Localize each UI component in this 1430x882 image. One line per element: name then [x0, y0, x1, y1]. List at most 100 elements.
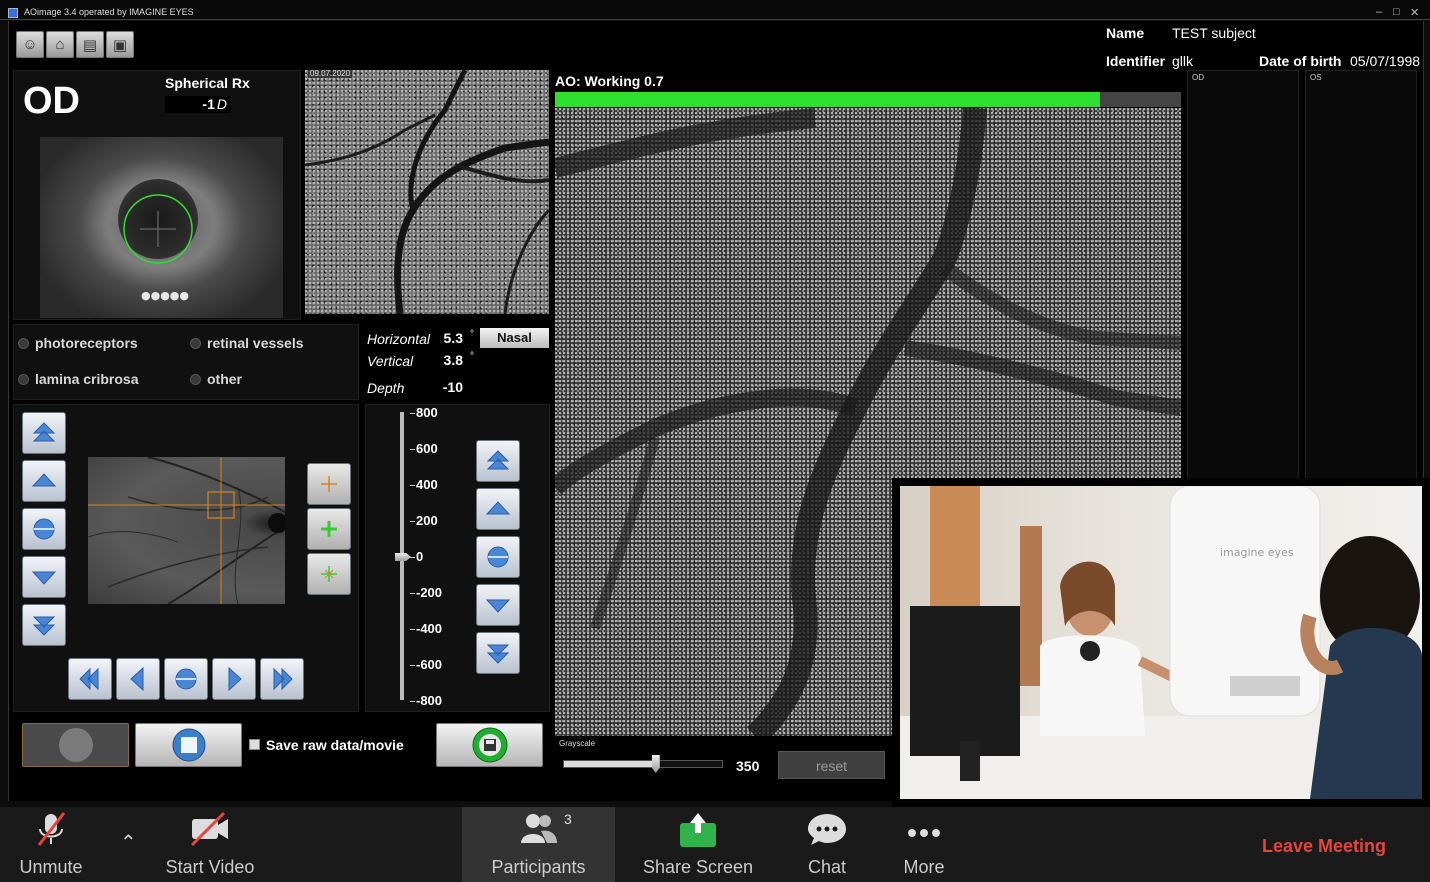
depth-tick-label: 400 — [416, 477, 438, 492]
video-overlay[interactable]: imagine eyes — [892, 478, 1430, 807]
monitor-icon[interactable]: ▣ — [106, 31, 134, 58]
start-video-button[interactable]: Start Video — [160, 807, 260, 882]
depth-tick-mark — [410, 701, 415, 702]
depth-value: -10 — [433, 379, 469, 397]
reset-button[interactable]: reset — [778, 751, 885, 779]
depth-tick-label: -600 — [416, 657, 443, 672]
depth-tick-mark — [410, 413, 415, 414]
depth-up-button[interactable] — [476, 488, 520, 530]
participants-count: 3 — [564, 811, 572, 827]
center-button[interactable] — [22, 508, 66, 550]
patient-icon[interactable]: ☺ — [16, 31, 44, 58]
depth-tick-mark — [410, 449, 415, 450]
center-circle-icon — [33, 518, 55, 540]
ao-progress-bar — [555, 92, 1181, 107]
depth-tick-label: -200 — [416, 585, 443, 600]
svg-text:●●●●●: ●●●●● — [141, 289, 189, 302]
maximize-icon[interactable]: □ — [1393, 6, 1400, 18]
nasal-button[interactable]: Nasal — [480, 328, 549, 348]
mode-label: retinal vessels — [207, 335, 304, 351]
add-point-button[interactable] — [307, 508, 351, 550]
left-button[interactable] — [116, 658, 160, 700]
vertical-value: 3.8 — [433, 352, 469, 370]
fast-left-button[interactable] — [68, 658, 112, 700]
right-button[interactable] — [212, 658, 256, 700]
pupil-camera-view[interactable]: ●●●●● — [40, 137, 283, 318]
share-screen-button[interactable]: Share Screen — [640, 807, 756, 882]
home-icon[interactable]: ⌂ — [46, 31, 74, 58]
depth-fast-up-button[interactable] — [476, 440, 520, 482]
save-raw-label: Save raw data/movie — [266, 737, 404, 753]
depth-label: Depth — [367, 380, 405, 396]
fundus-date: 09.07.2020 — [308, 69, 353, 78]
vertical-unit: ° — [470, 351, 474, 362]
pupil-reticle: ●●●●● — [123, 194, 193, 302]
add-target-button[interactable] — [307, 463, 351, 505]
close-icon[interactable]: ✕ — [1410, 6, 1419, 19]
video-feed: imagine eyes — [900, 486, 1422, 799]
save-raw-checkbox[interactable] — [249, 739, 260, 750]
mode-other[interactable]: other — [190, 371, 242, 387]
fast-down-button[interactable] — [22, 604, 66, 646]
leave-meeting-button[interactable]: Leave Meeting — [1262, 836, 1386, 857]
participants-button[interactable]: Participants — [462, 807, 615, 882]
mode-label: photoreceptors — [35, 335, 138, 351]
grayscale-slider-fill — [564, 761, 656, 767]
add-grid-button[interactable] — [307, 553, 351, 595]
os-thumbnail-column[interactable]: OS — [1305, 70, 1417, 480]
depth-tick-label: 0 — [416, 549, 424, 564]
dob-value: 05/07/1998 — [1350, 53, 1421, 69]
up-button[interactable] — [22, 460, 66, 502]
video-scene: imagine eyes — [900, 486, 1422, 799]
name-value: TEST subject — [1172, 25, 1256, 41]
depth-tick-mark — [410, 665, 415, 666]
plus-green-icon — [321, 521, 337, 537]
spherical-label: Spherical Rx — [165, 75, 250, 91]
unmute-label: Unmute — [19, 857, 83, 877]
chat-button[interactable]: Chat — [792, 807, 862, 882]
depth-center-button[interactable] — [476, 536, 520, 578]
minimize-icon[interactable]: – — [1376, 6, 1382, 18]
fundus-map[interactable] — [88, 457, 285, 604]
record-button[interactable] — [22, 723, 129, 767]
share-screen-icon — [680, 813, 716, 847]
unmute-button[interactable]: Unmute — [12, 807, 90, 882]
fundus-thumbnail[interactable]: 09.07.2020 — [305, 69, 549, 314]
os-column-label: OS — [1310, 73, 1322, 82]
mode-label: other — [207, 371, 242, 387]
depth-tick-mark — [410, 485, 415, 486]
fast-up-button[interactable] — [22, 412, 66, 454]
mode-lamina-cribrosa[interactable]: lamina cribrosa — [18, 371, 139, 387]
mode-retinal-vessels[interactable]: retinal vessels — [190, 335, 304, 351]
double-up-arrow-icon — [32, 422, 56, 442]
down-button[interactable] — [22, 556, 66, 598]
chat-label: Chat — [807, 857, 847, 877]
od-thumbnail-column[interactable]: OD — [1187, 70, 1299, 480]
double-up-arrow-icon — [486, 450, 510, 470]
depth-tick-label: 800 — [416, 405, 438, 420]
ao-progress-fill — [555, 92, 1100, 107]
more-dots-icon — [908, 829, 940, 837]
folder-icon[interactable]: ▤ — [76, 31, 104, 58]
more-button[interactable]: More — [890, 807, 958, 882]
fast-right-button[interactable] — [260, 658, 304, 700]
stop-button[interactable] — [135, 723, 242, 767]
center-h-button[interactable] — [164, 658, 208, 700]
svg-text:imagine eyes: imagine eyes — [1220, 546, 1294, 559]
name-label: Name — [1106, 25, 1145, 41]
depth-down-button[interactable] — [476, 584, 520, 626]
vertical-label: Vertical — [367, 353, 414, 369]
save-button[interactable] — [436, 723, 543, 767]
spherical-field[interactable]: -1 D — [165, 96, 231, 113]
spherical-value: -1 — [202, 96, 215, 112]
double-down-arrow-icon — [32, 616, 56, 636]
depth-fast-down-button[interactable] — [476, 632, 520, 674]
mode-photoreceptors[interactable]: photoreceptors — [18, 335, 138, 351]
depth-tick-mark — [410, 593, 415, 594]
app-icon — [8, 8, 18, 18]
participants-icon — [520, 814, 557, 843]
depth-tick-mark — [410, 629, 415, 630]
radio-icon — [190, 373, 201, 385]
audio-options-chevron-icon[interactable]: ⌃ — [120, 830, 137, 855]
grayscale-slider-track[interactable] — [563, 760, 723, 768]
